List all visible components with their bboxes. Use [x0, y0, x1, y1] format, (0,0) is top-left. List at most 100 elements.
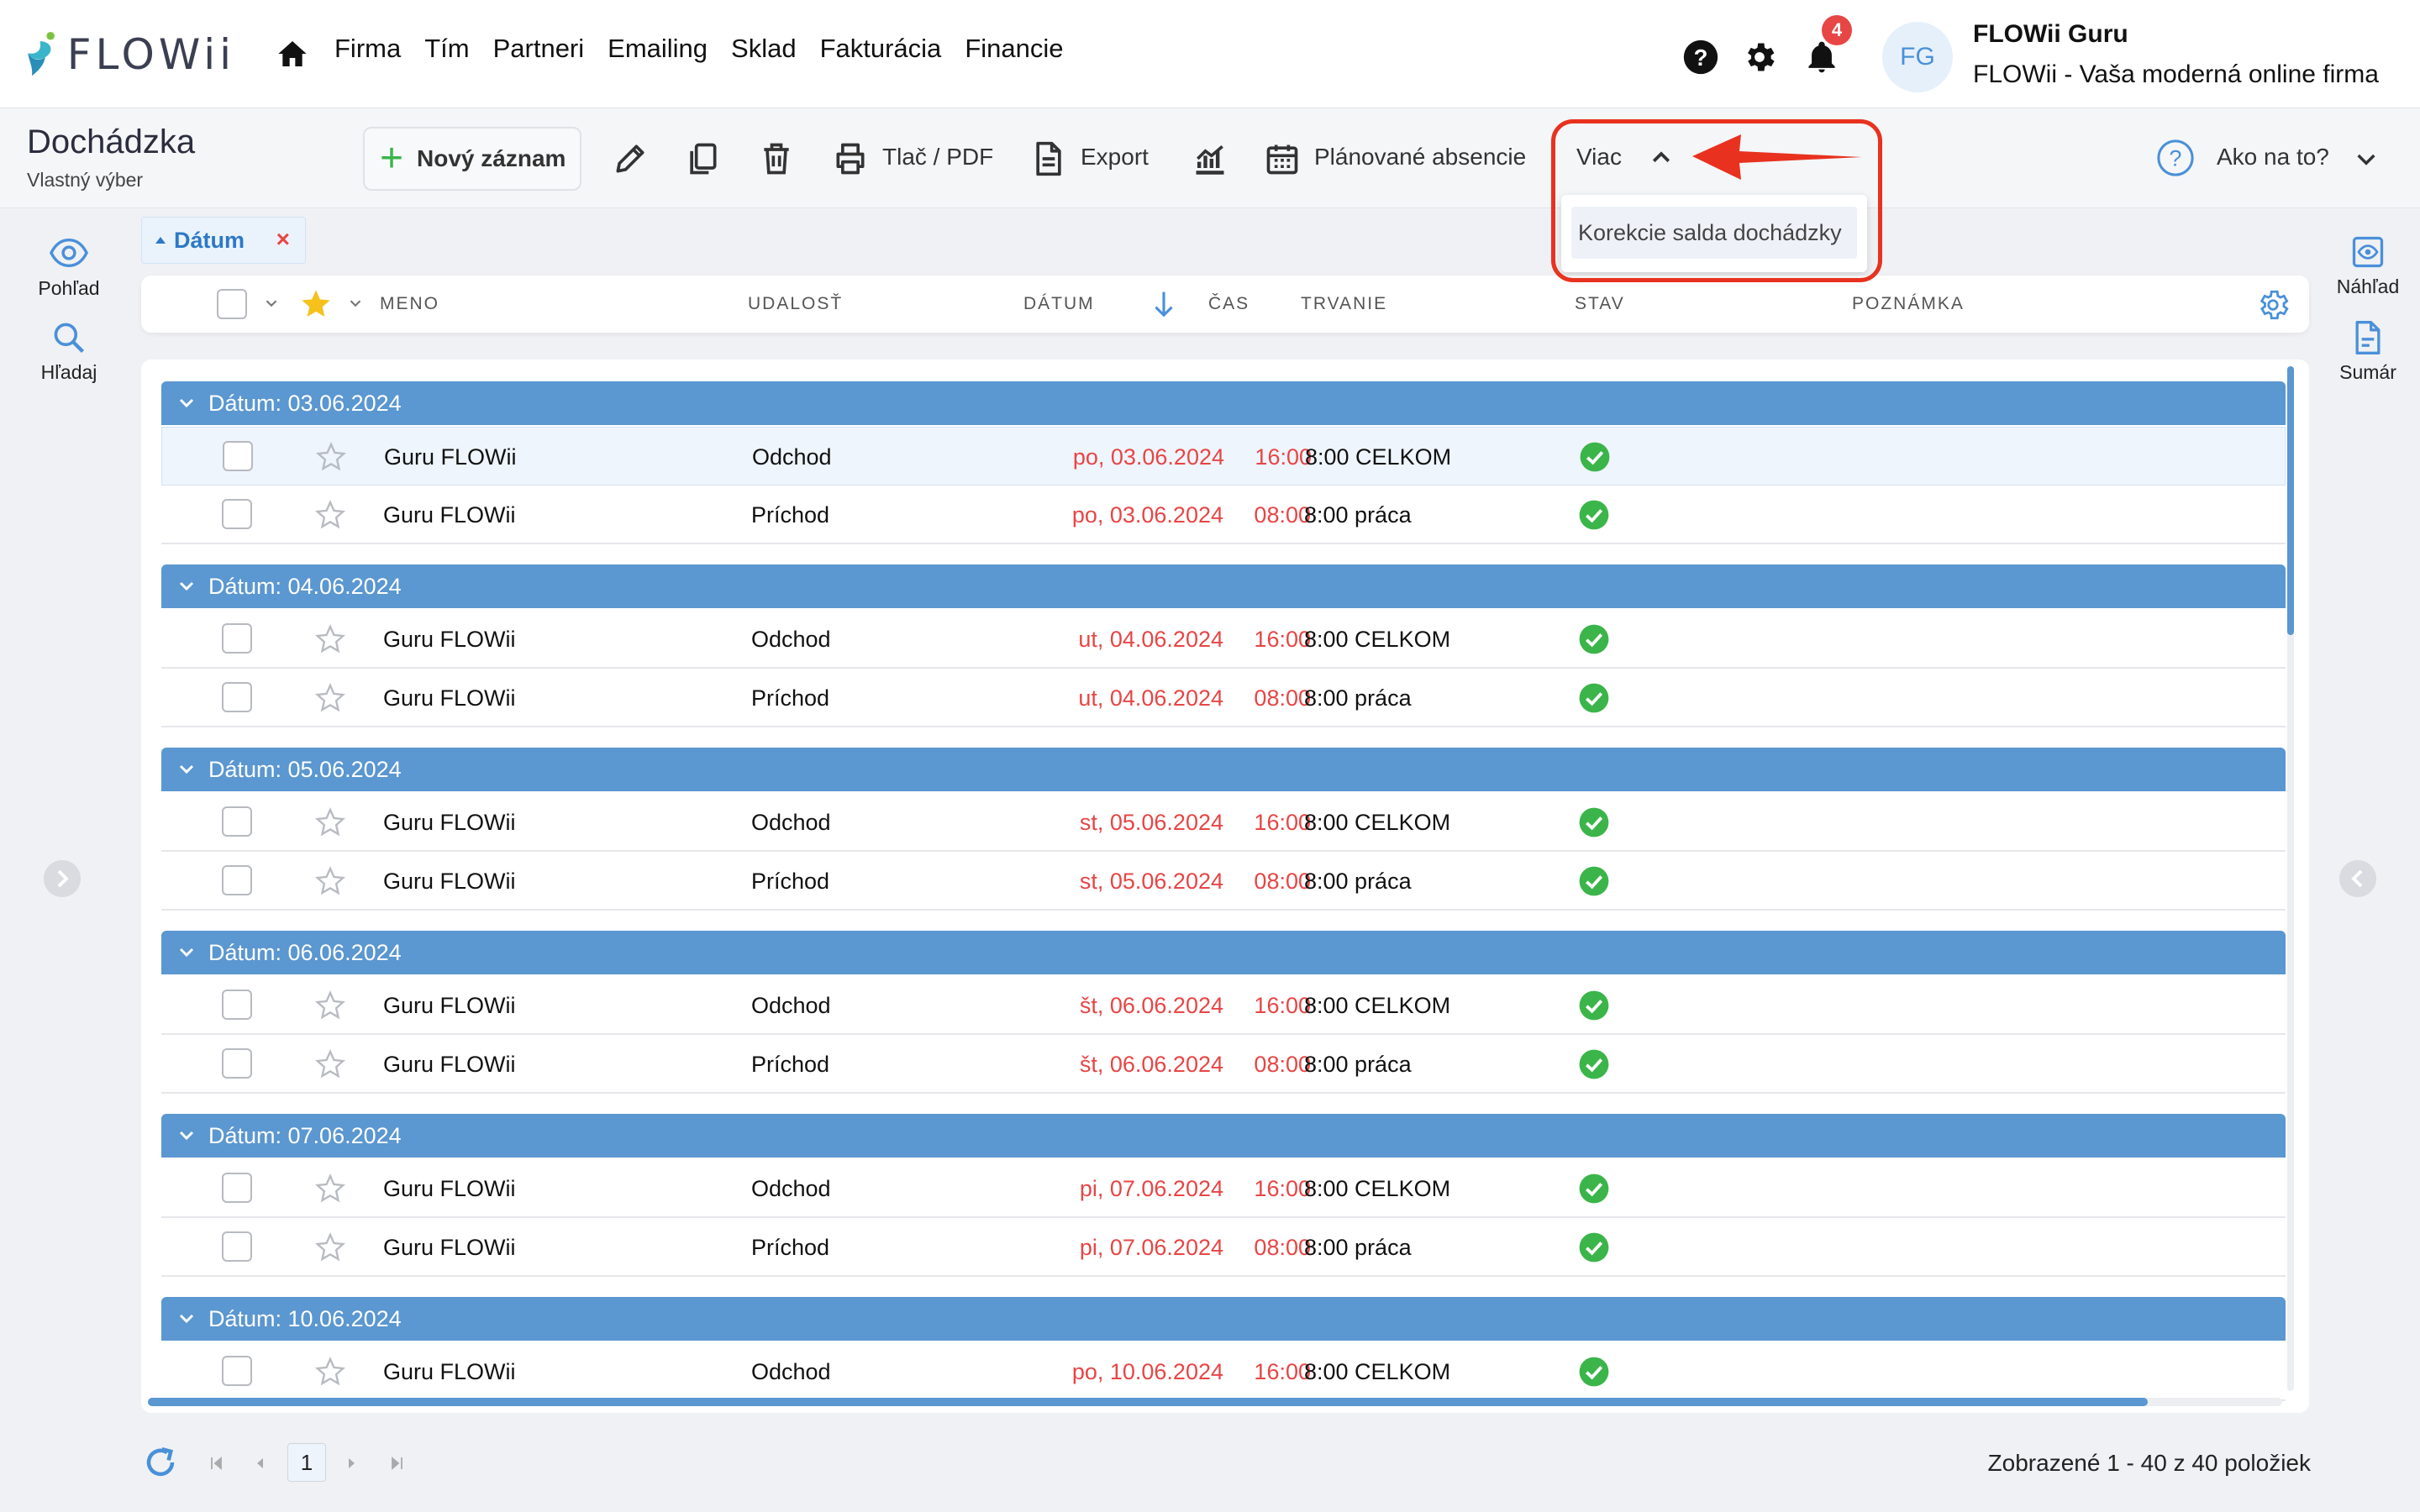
collapse-group-chevron-icon[interactable]: [176, 576, 197, 596]
sort-descending-arrow-icon[interactable]: [1151, 289, 1176, 319]
attendance-row[interactable]: Guru FLOWii Príchod po, 03.06.2024 08:00 8:0…: [161, 486, 2286, 544]
vertical-scrollbar-thumb[interactable]: [2287, 366, 2294, 635]
search-rail-button[interactable]: Hľadaj: [18, 319, 119, 384]
row-checkbox[interactable]: [222, 1231, 252, 1262]
attendance-row[interactable]: Guru FLOWii Príchod št, 06.06.2024 08:00 8:0…: [161, 1035, 2286, 1094]
expand-left-panel-chevron-icon[interactable]: [44, 860, 81, 897]
favorite-star-outline-icon[interactable]: [314, 1356, 346, 1388]
column-event[interactable]: UDALOSŤ: [748, 294, 843, 314]
column-duration[interactable]: TRVANIE: [1301, 294, 1387, 314]
next-page-icon[interactable]: [341, 1453, 361, 1473]
export-document-icon[interactable]: [1030, 140, 1067, 177]
refresh-icon[interactable]: [143, 1445, 178, 1480]
nav-item-financie[interactable]: Financie: [965, 34, 1063, 64]
copy-icon[interactable]: [684, 140, 721, 177]
collapse-group-chevron-icon[interactable]: [176, 393, 197, 413]
attendance-row[interactable]: Guru FLOWii Odchod št, 06.06.2024 16:00 8:00…: [161, 976, 2286, 1035]
favorite-star-outline-icon[interactable]: [314, 682, 346, 714]
favorite-star-outline-icon[interactable]: [314, 1173, 346, 1205]
select-menu-chevron-down-icon[interactable]: [262, 294, 281, 312]
attendance-row[interactable]: Guru FLOWii Odchod po, 03.06.2024 16:00 8:00…: [161, 427, 2286, 486]
print-pdf-button[interactable]: Tlač / PDF: [882, 144, 993, 171]
settings-gear-icon[interactable]: [1741, 39, 1778, 76]
group-by-date-chip[interactable]: Dátum ×: [141, 217, 306, 264]
column-status[interactable]: STAV: [1575, 294, 1625, 314]
question-circle-icon[interactable]: ?: [2156, 139, 2195, 177]
favorite-star-outline-icon[interactable]: [314, 499, 346, 531]
edit-pencil-icon[interactable]: [612, 140, 649, 177]
horizontal-scrollbar-thumb[interactable]: [148, 1398, 2148, 1406]
select-all-checkbox[interactable]: [217, 289, 247, 319]
statistics-chart-icon[interactable]: [1192, 140, 1228, 177]
date-group-header[interactable]: Dátum: 03.06.2024: [161, 381, 2286, 425]
home-icon[interactable]: [276, 37, 309, 71]
collapse-group-chevron-icon[interactable]: [176, 1309, 197, 1329]
attendance-row[interactable]: Guru FLOWii Odchod pi, 07.06.2024 16:00 8:00…: [161, 1159, 2286, 1218]
first-page-icon[interactable]: [207, 1453, 227, 1473]
chevron-down-icon[interactable]: [2353, 145, 2380, 172]
favorite-star-outline-icon[interactable]: [314, 806, 346, 838]
favorite-star-outline-icon[interactable]: [314, 990, 346, 1021]
collapse-group-chevron-icon[interactable]: [176, 942, 197, 963]
favorite-star-outline-icon[interactable]: [314, 623, 346, 655]
attendance-row[interactable]: Guru FLOWii Príchod st, 05.06.2024 08:00 8:0…: [161, 852, 2286, 911]
remove-grouping-close-icon[interactable]: ×: [276, 226, 290, 253]
new-record-button[interactable]: + Nový záznam: [363, 127, 581, 191]
print-icon[interactable]: [832, 140, 869, 177]
nav-item-partneri[interactable]: Partneri: [493, 34, 585, 64]
date-group-header[interactable]: Dátum: 07.06.2024: [161, 1114, 2286, 1158]
last-page-icon[interactable]: [387, 1453, 407, 1473]
nav-item-sklad[interactable]: Sklad: [731, 34, 797, 64]
attendance-row[interactable]: Guru FLOWii Odchod po, 10.06.2024 16:00 8:00…: [161, 1342, 2286, 1401]
user-avatar[interactable]: FG: [1882, 22, 1953, 92]
how-to-help-button[interactable]: Ako na to?: [2217, 144, 2329, 171]
export-button[interactable]: Export: [1081, 144, 1149, 171]
help-icon[interactable]: ?: [1682, 39, 1719, 76]
nav-item-firma[interactable]: Firma: [334, 34, 401, 64]
favorite-star-outline-icon[interactable]: [314, 1231, 346, 1263]
date-group-header[interactable]: Dátum: 10.06.2024: [161, 1297, 2286, 1341]
favorite-star-filled-icon[interactable]: [299, 287, 333, 321]
expand-right-panel-chevron-icon[interactable]: [2339, 860, 2376, 897]
summary-rail-button[interactable]: Sumár: [2317, 319, 2418, 384]
date-group-header[interactable]: Dátum: 04.06.2024: [161, 564, 2286, 608]
delete-trash-icon[interactable]: [758, 140, 795, 177]
favorite-menu-chevron-down-icon[interactable]: [346, 294, 365, 312]
attendance-row[interactable]: Guru FLOWii Príchod ut, 04.06.2024 08:00 8:0…: [161, 669, 2286, 727]
row-checkbox[interactable]: [223, 441, 253, 471]
column-date[interactable]: DÁTUM: [1023, 294, 1095, 314]
date-group-header[interactable]: Dátum: 06.06.2024: [161, 931, 2286, 974]
row-checkbox[interactable]: [222, 1048, 252, 1079]
column-note[interactable]: POZNÁMKA: [1852, 294, 1965, 314]
row-checkbox[interactable]: [222, 865, 252, 895]
row-checkbox[interactable]: [222, 623, 252, 654]
planned-absences-button[interactable]: Plánované absencie: [1314, 144, 1526, 171]
row-checkbox[interactable]: [222, 1173, 252, 1203]
column-name[interactable]: MENO: [380, 294, 439, 314]
column-time[interactable]: ČAS: [1208, 294, 1249, 314]
user-name[interactable]: FLOWii Guru: [1973, 20, 2128, 49]
favorite-star-outline-icon[interactable]: [314, 1048, 346, 1080]
favorite-star-outline-icon[interactable]: [314, 865, 346, 897]
row-checkbox[interactable]: [222, 1356, 252, 1386]
flowii-logo[interactable]: FLOWii: [25, 25, 235, 84]
nav-item-tím[interactable]: Tím: [424, 34, 469, 64]
row-checkbox[interactable]: [222, 806, 252, 837]
favorite-star-outline-icon[interactable]: [315, 441, 347, 473]
preview-rail-button[interactable]: Náhľad: [2317, 234, 2418, 298]
attendance-row[interactable]: Guru FLOWii Odchod st, 05.06.2024 16:00 8:00…: [161, 793, 2286, 852]
nav-item-emailing[interactable]: Emailing: [608, 34, 708, 64]
company-name[interactable]: FLOWii - Vaša moderná online firma: [1973, 60, 2379, 89]
view-rail-button[interactable]: Pohľad: [18, 234, 119, 300]
page-subtitle[interactable]: Vlastný výber: [27, 169, 143, 192]
collapse-group-chevron-icon[interactable]: [176, 1126, 197, 1146]
attendance-row[interactable]: Guru FLOWii Odchod ut, 04.06.2024 16:00 8:00…: [161, 610, 2286, 669]
collapse-group-chevron-icon[interactable]: [176, 759, 197, 780]
attendance-row[interactable]: Guru FLOWii Príchod pi, 07.06.2024 08:00 8:0…: [161, 1218, 2286, 1277]
date-group-header[interactable]: Dátum: 05.06.2024: [161, 748, 2286, 791]
row-checkbox[interactable]: [222, 990, 252, 1020]
vertical-scrollbar[interactable]: [2287, 366, 2294, 1391]
nav-item-fakturácia[interactable]: Fakturácia: [820, 34, 942, 64]
calendar-icon[interactable]: [1264, 140, 1301, 177]
row-checkbox[interactable]: [222, 499, 252, 529]
